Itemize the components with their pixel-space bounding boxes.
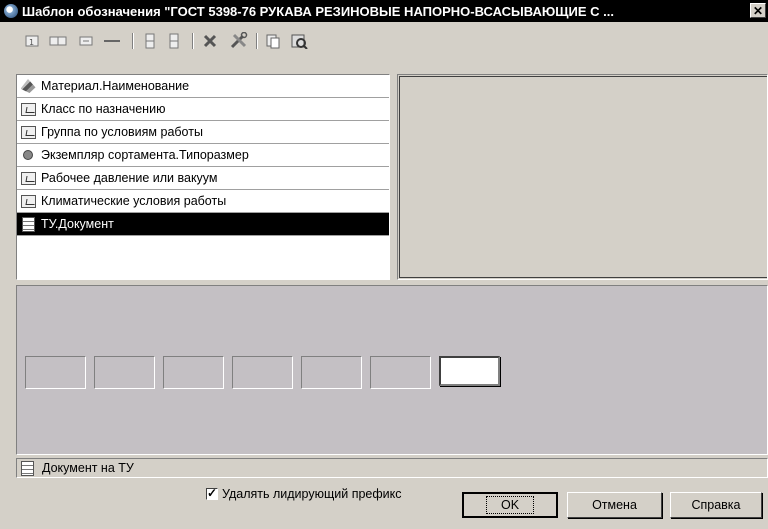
preview-panel bbox=[397, 74, 768, 280]
insert-small-segment-icon[interactable]: 1 bbox=[22, 32, 42, 50]
list-item[interactable]: Климатические условия работы bbox=[17, 190, 389, 213]
attribute-card-icon bbox=[19, 124, 37, 140]
delete-icon[interactable] bbox=[198, 32, 222, 50]
template-segment[interactable] bbox=[301, 356, 362, 389]
template-segment[interactable] bbox=[163, 356, 224, 389]
attribute-card-icon bbox=[19, 170, 37, 186]
list-item-selected[interactable]: ТУ.Документ bbox=[17, 213, 389, 236]
material-icon bbox=[19, 78, 37, 94]
document-icon bbox=[21, 460, 34, 476]
attribute-card-icon bbox=[19, 101, 37, 117]
settings-tools-icon[interactable] bbox=[226, 32, 252, 50]
list-item[interactable]: Группа по условиям работы bbox=[17, 121, 389, 144]
app-icon bbox=[4, 4, 18, 18]
list-item-label: Рабочее давление или вакуум bbox=[41, 171, 218, 185]
ok-button-label: OK bbox=[485, 496, 535, 514]
remove-prefix-label: Удалять лидирующий префикс bbox=[222, 487, 402, 501]
attribute-list[interactable]: Материал.Наименование Класс по назначени… bbox=[16, 74, 390, 280]
cancel-button[interactable]: Отмена bbox=[567, 492, 662, 518]
insert-text-segment-icon[interactable] bbox=[76, 32, 96, 50]
insert-wide-segment-icon[interactable] bbox=[46, 32, 70, 50]
list-item-label: ТУ.Документ bbox=[41, 217, 114, 231]
template-segment[interactable] bbox=[94, 356, 155, 389]
svg-text:1: 1 bbox=[29, 38, 34, 47]
list-item-label: Климатические условия работы bbox=[41, 194, 227, 208]
attribute-card-icon bbox=[19, 193, 37, 209]
ok-button[interactable]: OK bbox=[462, 492, 558, 518]
close-button[interactable]: ✕ bbox=[750, 3, 766, 18]
list-item[interactable]: Материал.Наименование bbox=[17, 75, 389, 98]
move-up-icon[interactable] bbox=[140, 32, 160, 50]
help-button-label: Справка bbox=[691, 498, 741, 512]
template-segment[interactable] bbox=[25, 356, 86, 389]
cancel-button-label: Отмена bbox=[592, 498, 637, 512]
move-down-icon[interactable] bbox=[164, 32, 184, 50]
copy-icon[interactable] bbox=[262, 32, 284, 50]
remove-prefix-checkbox[interactable] bbox=[206, 486, 218, 500]
list-item-label: Экземпляр сортамента.Типоразмер bbox=[41, 148, 249, 162]
template-segment-active[interactable] bbox=[439, 356, 500, 386]
selected-attribute-description: Документ на ТУ bbox=[16, 458, 768, 478]
status-text: Документ на ТУ bbox=[42, 461, 134, 475]
list-item[interactable]: Экземпляр сортамента.Типоразмер bbox=[17, 144, 389, 167]
remove-prefix-option[interactable]: Удалять лидирующий префикс bbox=[206, 486, 402, 501]
list-item-label: Группа по условиям работы bbox=[41, 125, 203, 139]
document-icon bbox=[19, 216, 37, 232]
list-item[interactable]: Рабочее давление или вакуум bbox=[17, 167, 389, 190]
window-titlebar: Шаблон обозначения "ГОСТ 5398-76 РУКАВА … bbox=[0, 0, 768, 22]
insert-separator-icon[interactable] bbox=[100, 32, 124, 50]
help-button[interactable]: Справка bbox=[670, 492, 762, 518]
window-title: Шаблон обозначения "ГОСТ 5398-76 РУКАВА … bbox=[22, 3, 615, 19]
template-segment[interactable] bbox=[370, 356, 431, 389]
list-item-label: Материал.Наименование bbox=[41, 79, 190, 93]
template-segments-panel bbox=[16, 285, 768, 455]
list-item-label: Класс по назначению bbox=[41, 102, 166, 116]
bullet-icon bbox=[19, 147, 37, 163]
template-segment[interactable] bbox=[232, 356, 293, 389]
preview-icon[interactable] bbox=[288, 32, 310, 50]
list-item[interactable]: Класс по назначению bbox=[17, 98, 389, 121]
